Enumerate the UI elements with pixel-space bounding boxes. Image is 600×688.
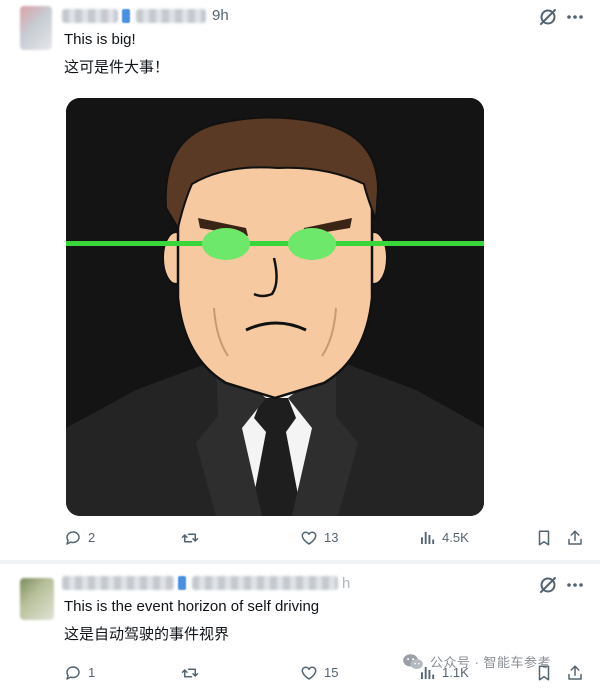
like-button[interactable]: 13 — [300, 529, 338, 547]
author-handle-blurred[interactable] — [136, 9, 206, 23]
like-count: 13 — [324, 530, 339, 545]
views-icon — [421, 532, 435, 544]
like-count: 15 — [324, 665, 339, 680]
bookmark-icon — [538, 530, 550, 546]
pixel-art-portrait — [66, 98, 484, 516]
share-icon — [568, 665, 582, 680]
share-icon — [568, 530, 582, 545]
post-actions: 2 13 4.5K — [0, 529, 600, 553]
avatar[interactable] — [20, 578, 54, 620]
avatar[interactable] — [20, 6, 52, 50]
author-handle-blurred[interactable] — [192, 576, 338, 590]
like-button[interactable]: 15 — [300, 664, 338, 682]
watermark-text: 公众号 · 智能车参考 — [430, 655, 552, 670]
watermark: 公众号 · 智能车参考 — [402, 652, 551, 671]
post-image[interactable] — [66, 98, 484, 516]
repost-icon — [181, 668, 199, 678]
repost-button[interactable] — [180, 529, 206, 547]
face — [176, 154, 374, 400]
author-name-blurred[interactable] — [62, 9, 118, 23]
post-text-english: This is big! — [64, 31, 136, 48]
left-eye-glow — [202, 228, 250, 260]
post-time[interactable]: 9h — [212, 7, 229, 24]
verified-badge-icon — [178, 576, 186, 590]
reply-icon — [66, 531, 80, 545]
wechat-icon — [403, 653, 423, 669]
more-icon[interactable] — [564, 6, 586, 28]
verified-badge-icon — [122, 9, 130, 23]
post-text-english: This is the event horizon of self drivin… — [64, 598, 320, 615]
reply-count: 2 — [88, 530, 96, 545]
repost-button[interactable] — [180, 664, 206, 682]
share-button[interactable] — [566, 529, 584, 547]
grok-slash-icon[interactable] — [537, 574, 559, 596]
reply-button[interactable]: 2 — [64, 529, 95, 547]
repost-icon — [181, 533, 199, 543]
share-button[interactable] — [566, 664, 584, 682]
like-icon — [301, 531, 317, 545]
more-icon[interactable] — [564, 574, 586, 596]
bookmark-button[interactable] — [535, 529, 553, 547]
post-text-chinese: 这可是件大事！ — [64, 59, 170, 76]
post-time-partial[interactable]: h — [342, 575, 350, 592]
author-name-blurred[interactable] — [62, 576, 174, 590]
grok-slash-icon[interactable] — [537, 6, 559, 28]
reply-button[interactable]: 1 — [64, 664, 95, 682]
reply-count: 1 — [88, 665, 96, 680]
views-button[interactable]: 4.5K — [418, 529, 469, 547]
view-count: 4.5K — [442, 530, 469, 545]
reply-icon — [66, 666, 80, 680]
post-text-chinese: 这是自动驾驶的事件视界 — [64, 626, 230, 643]
right-eye-glow — [288, 228, 336, 260]
like-icon — [301, 666, 317, 680]
laser-beam — [66, 241, 484, 246]
tweet-1: 9h This is big! 这可是件大事！ 2 13 4.5K — [0, 0, 600, 560]
